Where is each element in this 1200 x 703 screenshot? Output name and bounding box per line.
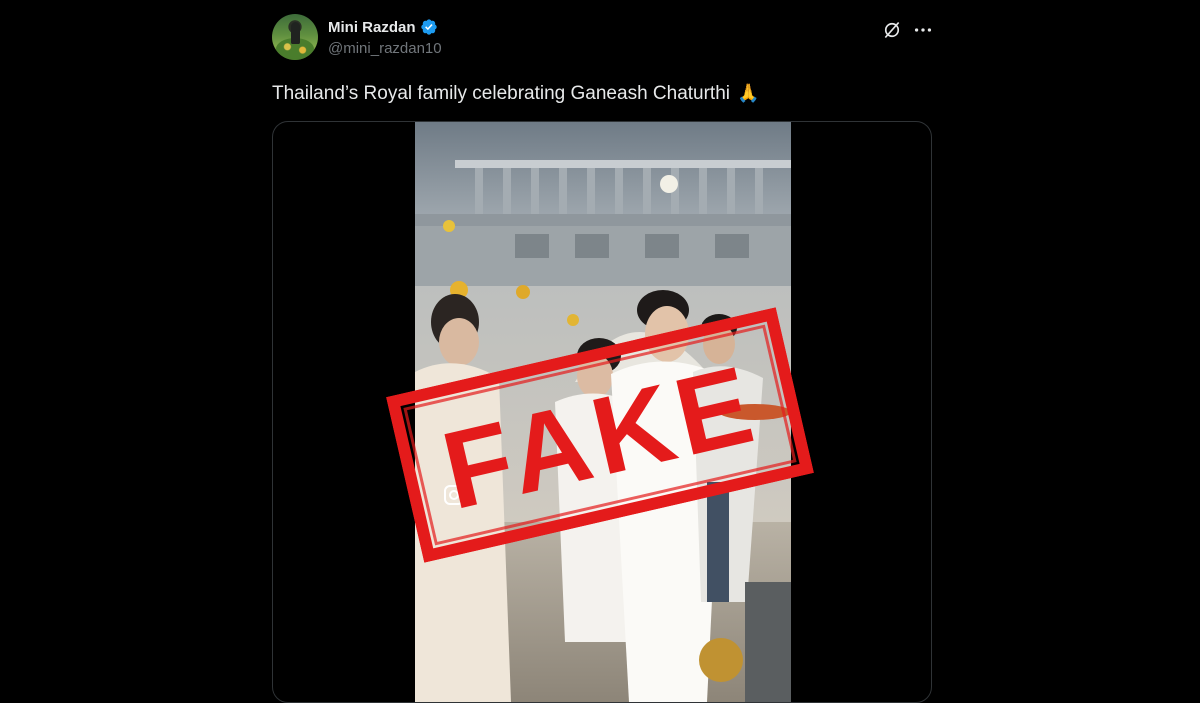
grok-icon[interactable] xyxy=(882,20,902,40)
tweet-text-body: Thailand’s Royal family celebrating Gane… xyxy=(272,83,731,104)
folded-hands-emoji: 🙏 xyxy=(737,83,760,103)
author-handle[interactable]: @mini_razdan10 xyxy=(328,40,442,57)
author-display-name[interactable]: Mini Razdan xyxy=(328,19,416,36)
verified-badge-icon xyxy=(420,19,437,35)
tweet-text: Thailand’s Royal family celebrating Gane… xyxy=(272,83,760,105)
tweet-card: Mini Razdan @mini_razdan10 Thailand’s Ro… xyxy=(272,14,934,703)
avatar-figure xyxy=(291,22,300,44)
author-name-row: Mini Razdan xyxy=(328,17,438,37)
more-icon[interactable] xyxy=(912,20,934,40)
avatar[interactable] xyxy=(272,14,318,60)
